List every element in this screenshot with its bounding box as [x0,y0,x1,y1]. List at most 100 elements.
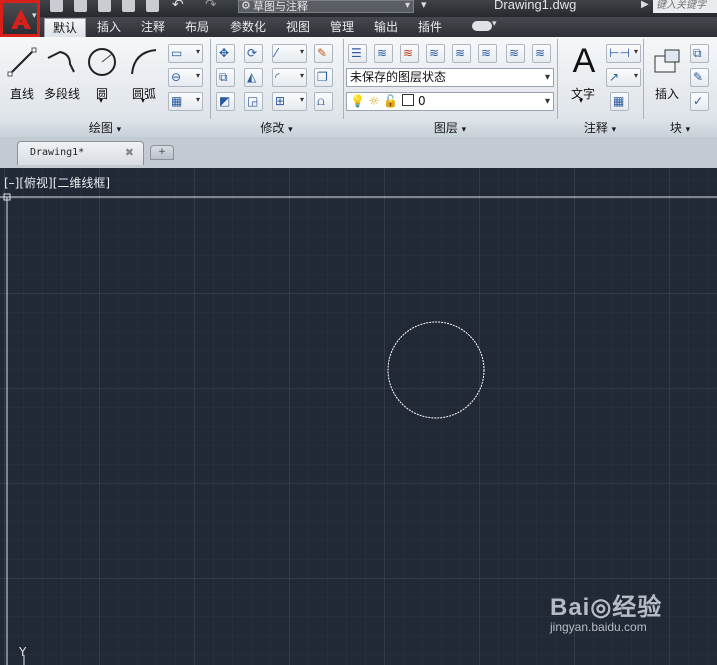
dimension-tool[interactable]: ⊢⊣ [606,44,641,63]
chevron-down-icon: ▾ [32,11,37,21]
array-icon: ⊞ [275,94,286,108]
layer-tool-2[interactable]: ≋ [374,44,393,63]
offset-tool[interactable]: ⩍ [314,92,333,111]
new-tab-button[interactable]: + [150,145,174,160]
tab-layout[interactable]: 布局 [177,18,217,37]
tab-output[interactable]: 输出 [366,18,406,37]
layer-tool-7[interactable]: ≋ [506,44,525,63]
annotation-panel-label: 注释 [583,121,608,135]
scale-tool[interactable]: ◲ [244,92,263,111]
unlock-icon: 🔓 [383,94,399,108]
document-title: Drawing1.dwg [494,0,577,12]
hatch-tool[interactable]: ▦ [168,92,203,111]
chevron-down-icon: ▾ [288,125,293,135]
layer-state-value: 未保存的图层状态 [350,70,447,84]
erase-tool[interactable]: ✎ [314,44,333,63]
ellipse-tool[interactable]: ⊖ [168,68,203,87]
polyline-button[interactable]: 多段线 [42,42,82,101]
chevron-down-icon[interactable]: ▾ [492,19,497,29]
layer-tool-4[interactable]: ≋ [426,44,445,63]
tab-parametric[interactable]: 参数化 [222,18,274,37]
annotation-panel-title[interactable]: 注释 ▾ [557,119,643,137]
ribbon-minimize-icon[interactable] [472,21,492,31]
customize-quick-access-icon[interactable]: ▾ [421,0,427,11]
draw-panel-title[interactable]: 绘图 ▾ [0,119,210,137]
layers-panel-label: 图层 [433,121,458,135]
panel-title-bar: 绘图 ▾ 修改 ▾ 图层 ▾ 注释 ▾ 块 ▾ [0,119,717,138]
mirror-tool[interactable]: ◭ [244,68,263,87]
text-button[interactable]: A 文字 ▾ [564,42,602,105]
array-tool[interactable]: ⊞ [272,92,307,111]
table-icon: ▦ [613,94,625,108]
print-icon[interactable] [146,0,159,12]
chevron-down-icon: ▾ [579,96,584,105]
line-button[interactable]: 直线 [4,42,40,101]
edit-block-tool[interactable]: ✎ [690,68,709,87]
tab-insert[interactable]: 插入 [89,18,129,37]
layer-tool-8[interactable]: ≋ [532,44,551,63]
polyline-icon [47,50,75,73]
save-icon[interactable] [98,0,111,12]
line-icon [7,47,37,77]
application-menu-button[interactable]: ▾ [0,0,40,37]
rectangle-tool[interactable]: ▭ [168,44,203,63]
layer-lock-icon: ≋ [509,46,520,60]
chevron-down-icon: ▾ [461,125,467,135]
close-icon[interactable]: ✖ [125,142,134,164]
watermark-logo: Bai◎经验 [550,594,663,621]
search-input[interactable]: 键入关键字 [653,0,717,13]
trim-tool[interactable]: ⁄ [272,44,307,63]
create-block-tool[interactable]: ⧉ [690,44,709,63]
layer-tool-3[interactable]: ≋ [400,44,419,63]
chevron-down-icon: ▾ [99,96,104,105]
explode-tool[interactable]: ❐ [314,68,333,87]
copy-icon: ⧉ [219,70,228,84]
stretch-tool[interactable]: ◩ [216,92,235,111]
open-file-icon[interactable] [74,0,87,12]
move-icon: ✥ [219,46,230,60]
mirror-icon: ◭ [247,70,257,84]
redo-icon[interactable]: ↷ [205,0,217,13]
play-icon[interactable]: ▶ [641,0,649,10]
insert-block-icon [654,49,680,73]
circle-button[interactable]: 圆 ▾ [84,42,120,105]
block-attribute-tool[interactable]: ✓ [690,92,709,111]
layer-isolate-icon: ≋ [455,46,466,60]
baidu-watermark: Bai◎经验 jingyan.baidu.com [550,587,662,634]
undo-icon[interactable]: ↶ [172,0,184,13]
block-panel-title[interactable]: 块 ▾ [643,119,717,137]
modify-panel-title[interactable]: 修改 ▾ [210,119,343,137]
viewport-controls-label[interactable]: [–][俯视][二维线框] [4,174,110,191]
layer-properties-tool[interactable]: ☰ [348,44,367,63]
tab-manage[interactable]: 管理 [322,18,362,37]
layers-panel-title[interactable]: 图层 ▾ [343,119,557,137]
current-layer-select[interactable]: 💡 ☼ 🔓 0 [346,92,554,111]
arc-button[interactable]: 圆弧 ▾ [126,42,162,105]
tab-annotate[interactable]: 注释 [133,18,173,37]
workspace-select[interactable]: ⚙ 草图与注释 [238,0,414,13]
tab-plugins[interactable]: 插件 [410,18,450,37]
insert-button[interactable]: 插入 [648,42,686,101]
layer-match-icon: ≋ [429,46,440,60]
table-tool[interactable]: ▦ [610,92,629,111]
save-as-icon[interactable] [122,0,135,12]
move-tool[interactable]: ✥ [216,44,235,63]
tab-default[interactable]: 默认 [44,18,86,37]
copy-tool[interactable]: ⧉ [216,68,235,87]
fillet-icon: ◜ [275,70,280,84]
attribute-icon: ✓ [693,94,704,108]
layer-state-select[interactable]: 未保存的图层状态 [346,68,554,87]
new-file-icon[interactable] [50,0,63,12]
drawn-circle[interactable] [387,321,485,419]
layer-tool-6[interactable]: ≋ [478,44,497,63]
draw-panel-label: 绘图 [88,121,113,135]
leader-tool[interactable]: ↗ [606,68,641,87]
layer-tool-5[interactable]: ≋ [452,44,471,63]
fillet-tool[interactable]: ◜ [272,68,307,87]
color-swatch-icon [402,94,415,106]
polyline-label: 多段线 [43,87,80,101]
rotate-tool[interactable]: ⟳ [244,44,263,63]
chevron-down-icon: ▾ [685,125,691,135]
file-tab-drawing1[interactable]: Drawing1* ✖ [17,141,144,165]
tab-view[interactable]: 视图 [278,18,318,37]
